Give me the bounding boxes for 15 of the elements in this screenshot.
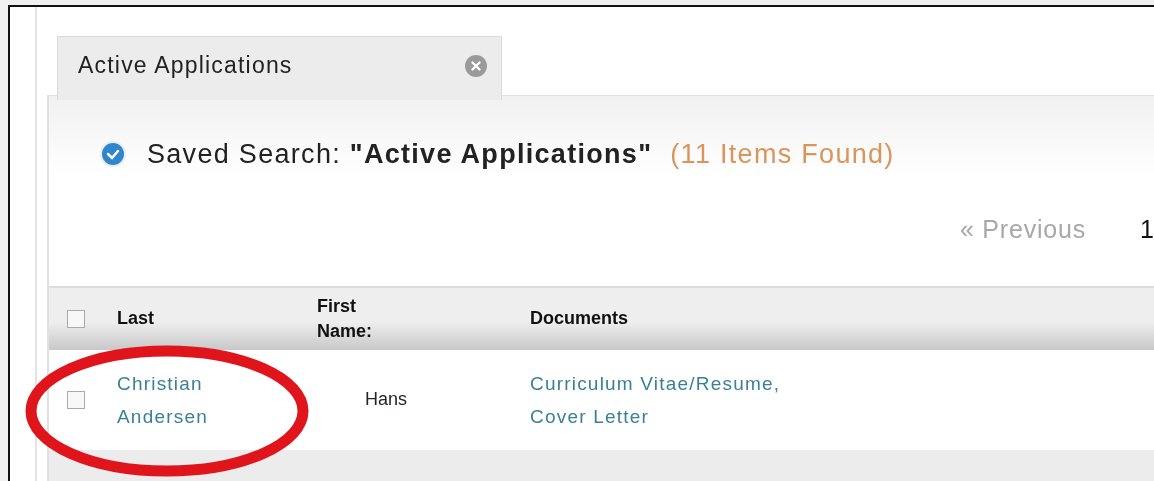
page-link[interactable]: 1 <box>1140 210 1154 248</box>
column-header: Last <box>117 307 155 331</box>
close-icon[interactable] <box>465 54 487 77</box>
document-link[interactable]: Cover Letter <box>530 400 781 434</box>
column-header: Documents <box>530 307 628 331</box>
column-header: First Name: <box>317 294 374 343</box>
name-link[interactable]: Christian Andersen <box>117 366 208 434</box>
document-link[interactable]: Curriculum Vitae/Resume, <box>530 366 781 400</box>
checkbox[interactable] <box>67 391 85 409</box>
checkbox[interactable] <box>67 310 85 328</box>
tab[interactable]: Active Applications <box>57 36 502 100</box>
previous-link[interactable]: « Previous <box>959 210 1086 248</box>
table-cell-text: Hans <box>364 389 408 410</box>
search-title: Saved Search: "Active Applications" <box>147 138 653 171</box>
result-count: (11 Items Found) <box>670 138 895 171</box>
